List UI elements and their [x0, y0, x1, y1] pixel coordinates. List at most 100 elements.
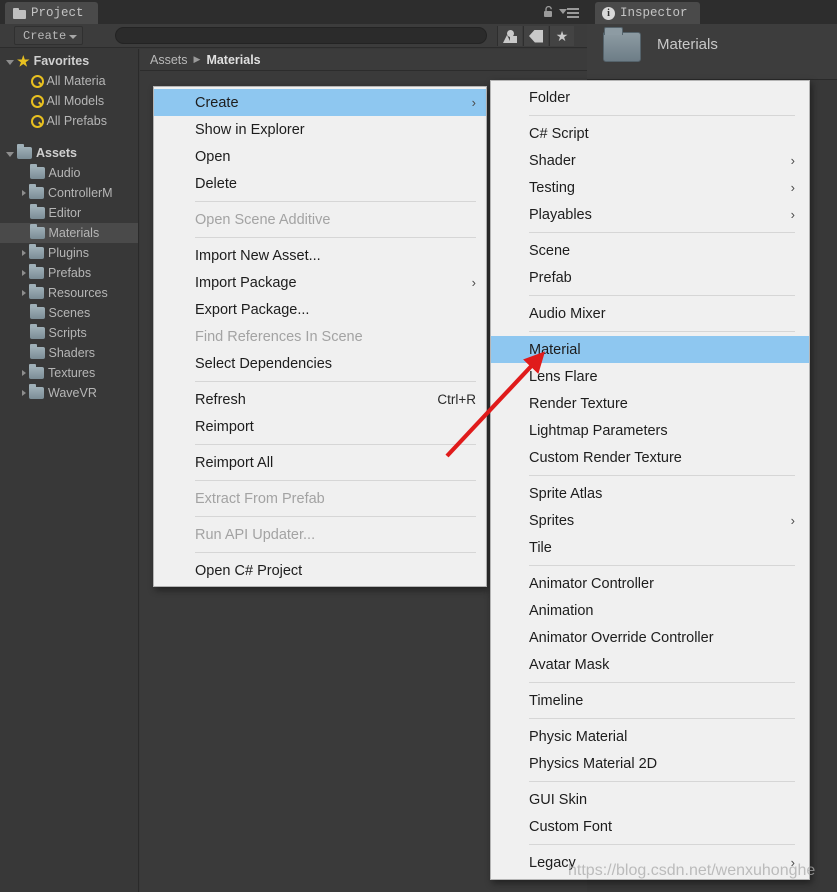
- tree-item-scenes[interactable]: Scenes: [0, 303, 138, 323]
- tab-project-label: Project: [31, 6, 84, 20]
- submenu-item-tile[interactable]: Tile: [491, 534, 809, 561]
- filter-by-label-button[interactable]: [523, 26, 548, 46]
- menu-item-create[interactable]: Create ›: [154, 89, 486, 116]
- menu-item-refresh[interactable]: Refresh Ctrl+R: [154, 386, 486, 413]
- submenu-separator: [529, 331, 795, 332]
- star-icon: ★: [17, 52, 30, 69]
- submenu-item-folder[interactable]: Folder: [491, 84, 809, 111]
- tree-item-controllerm[interactable]: ControllerM: [0, 183, 138, 203]
- menu-item-find-references-in-scene: Find References In Scene: [154, 323, 486, 350]
- submenu-item-label: Timeline: [529, 692, 584, 709]
- menu-separator: [195, 237, 476, 238]
- chevron-right-icon[interactable]: [22, 390, 26, 396]
- filter-by-favorite-button[interactable]: ★: [549, 26, 574, 46]
- folder-icon: [17, 144, 32, 159]
- tree-item-scripts[interactable]: Scripts: [0, 323, 138, 343]
- filter-by-type-button[interactable]: [497, 26, 522, 46]
- menu-item-select-dependencies[interactable]: Select Dependencies: [154, 350, 486, 377]
- submenu-item-custom-render-texture[interactable]: Custom Render Texture: [491, 444, 809, 471]
- menu-item-delete[interactable]: Delete: [154, 170, 486, 197]
- submenu-item-animation[interactable]: Animation: [491, 597, 809, 624]
- tree-item-resources[interactable]: Resources: [0, 283, 138, 303]
- submenu-item-audio-mixer[interactable]: Audio Mixer: [491, 300, 809, 327]
- tree-item-favorites[interactable]: ★ Favorites: [0, 51, 138, 71]
- tab-inspector[interactable]: i Inspector: [595, 2, 700, 24]
- tab-project[interactable]: Project: [5, 2, 98, 24]
- tree-item-label: Resources: [48, 286, 108, 300]
- submenu-item-custom-font[interactable]: Custom Font: [491, 813, 809, 840]
- tree-item-materials[interactable]: Materials: [0, 223, 138, 243]
- tree-item-prefabs[interactable]: Prefabs: [0, 263, 138, 283]
- submenu-item-lens-flare[interactable]: Lens Flare: [491, 363, 809, 390]
- context-menu[interactable]: Create › Show in Explorer Open Delete Open Sc…: [153, 86, 487, 587]
- menu-item-export-package[interactable]: Export Package...: [154, 296, 486, 323]
- breadcrumb-item-materials[interactable]: Materials: [206, 53, 260, 67]
- search-input[interactable]: [115, 27, 487, 44]
- submenu-item-timeline[interactable]: Timeline: [491, 687, 809, 714]
- submenu-item-animator-override-controller[interactable]: Animator Override Controller: [491, 624, 809, 651]
- chevron-right-icon[interactable]: [22, 250, 26, 256]
- submenu-item-scene[interactable]: Scene: [491, 237, 809, 264]
- submenu-item-prefab[interactable]: Prefab: [491, 264, 809, 291]
- submenu-item-avatar-mask[interactable]: Avatar Mask: [491, 651, 809, 678]
- menu-item-label: Select Dependencies: [195, 355, 333, 372]
- folder-icon: [29, 384, 44, 399]
- asset-tree[interactable]: ★ Favorites All Materia All Models All Prefa…: [0, 49, 139, 892]
- menu-item-import-package[interactable]: Import Package ›: [154, 269, 486, 296]
- chevron-right-icon: ›: [790, 207, 795, 222]
- submenu-item-shader[interactable]: Shader ›: [491, 147, 809, 174]
- submenu-item-animator-controller[interactable]: Animator Controller: [491, 570, 809, 597]
- submenu-item-material[interactable]: Material: [491, 336, 809, 363]
- breadcrumb-item-assets[interactable]: Assets: [150, 53, 188, 67]
- tree-item-all-materia[interactable]: All Materia: [0, 71, 138, 91]
- menu-item-reimport[interactable]: Reimport: [154, 413, 486, 440]
- submenu-item-label: Shader: [529, 152, 576, 169]
- menu-separator: [195, 381, 476, 382]
- info-icon: i: [602, 6, 615, 20]
- submenu-item-sprites[interactable]: Sprites ›: [491, 507, 809, 534]
- submenu-item-playables[interactable]: Playables ›: [491, 201, 809, 228]
- chevron-right-icon[interactable]: [22, 190, 26, 196]
- chevron-right-icon[interactable]: [22, 370, 26, 376]
- tree-item-all-prefabs[interactable]: All Prefabs: [0, 111, 138, 131]
- tree-item-textures[interactable]: Textures: [0, 363, 138, 383]
- menu-item-import-new-asset[interactable]: Import New Asset...: [154, 242, 486, 269]
- submenu-item-c-script[interactable]: C# Script: [491, 120, 809, 147]
- tree-item-all-models[interactable]: All Models: [0, 91, 138, 111]
- search-icon: [30, 114, 44, 128]
- menu-separator: [195, 480, 476, 481]
- create-dropdown-label: Create: [23, 28, 67, 43]
- submenu-item-render-texture[interactable]: Render Texture: [491, 390, 809, 417]
- lock-icon[interactable]: [543, 5, 554, 17]
- panel-menu-icon[interactable]: [559, 8, 579, 18]
- create-submenu[interactable]: Folder C# Script Shader › Testing › Playables ›…: [490, 80, 810, 880]
- submenu-item-lightmap-parameters[interactable]: Lightmap Parameters: [491, 417, 809, 444]
- submenu-item-sprite-atlas[interactable]: Sprite Atlas: [491, 480, 809, 507]
- menu-item-open[interactable]: Open: [154, 143, 486, 170]
- tree-item-shaders[interactable]: Shaders: [0, 343, 138, 363]
- submenu-item-testing[interactable]: Testing ›: [491, 174, 809, 201]
- menu-item-reimport-all[interactable]: Reimport All: [154, 449, 486, 476]
- menu-item-extract-from-prefab: Extract From Prefab: [154, 485, 486, 512]
- chevron-right-icon: ▶: [193, 54, 201, 64]
- chevron-right-icon[interactable]: [22, 270, 26, 276]
- chevron-down-icon[interactable]: [6, 151, 14, 157]
- tree-item-audio[interactable]: Audio: [0, 163, 138, 183]
- chevron-down-icon[interactable]: [6, 59, 14, 65]
- tree-item-plugins[interactable]: Plugins: [0, 243, 138, 263]
- menu-item-run-api-updater: Run API Updater...: [154, 521, 486, 548]
- submenu-separator: [529, 844, 795, 845]
- tree-item-assets[interactable]: Assets: [0, 143, 138, 163]
- menu-item-show-in-explorer[interactable]: Show in Explorer: [154, 116, 486, 143]
- tree-item-wavevr[interactable]: WaveVR: [0, 383, 138, 403]
- tree-item-label: All Prefabs: [46, 114, 107, 128]
- create-dropdown-button[interactable]: Create: [14, 26, 84, 45]
- submenu-item-physic-material[interactable]: Physic Material: [491, 723, 809, 750]
- menu-item-open-c-project[interactable]: Open C# Project: [154, 557, 486, 584]
- tree-item-editor[interactable]: Editor: [0, 203, 138, 223]
- submenu-item-physics-material-2d[interactable]: Physics Material 2D: [491, 750, 809, 777]
- submenu-separator: [529, 565, 795, 566]
- submenu-item-gui-skin[interactable]: GUI Skin: [491, 786, 809, 813]
- tree-item-label: Scripts: [48, 326, 87, 340]
- chevron-right-icon[interactable]: [22, 290, 26, 296]
